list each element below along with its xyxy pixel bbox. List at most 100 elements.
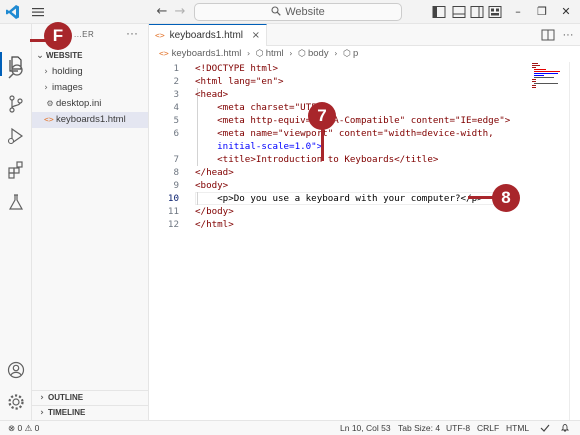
close-button[interactable]: ✕: [558, 4, 574, 20]
cursor-position[interactable]: Ln 10, Col 53: [340, 421, 391, 435]
breadcrumb: <> keyboards1.html › ⬡ html › ⬡ body › ⬡ p: [149, 46, 580, 62]
settings-gear-icon[interactable]: [6, 392, 26, 412]
html-file-icon: <>: [159, 49, 169, 58]
editor-tabs: <> keyboards1.html × ···: [149, 24, 580, 46]
code-line: <body>: [195, 180, 229, 191]
menu-icon[interactable]: [32, 6, 44, 18]
line-number: 9: [173, 180, 179, 191]
line-number-current: 10: [167, 193, 179, 204]
title-bar: ← → Website – ❐ ✕: [0, 0, 580, 24]
breadcrumb-body[interactable]: body: [308, 48, 329, 59]
breadcrumb-file[interactable]: keyboards1.html: [172, 48, 242, 59]
line-number: 4: [173, 102, 179, 113]
callout-8: 8: [492, 184, 520, 212]
outline-section[interactable]: › OUTLINE: [32, 390, 149, 405]
callout-7-pointer: [321, 125, 324, 161]
testing-icon[interactable]: [6, 192, 26, 212]
source-control-icon[interactable]: [6, 94, 26, 114]
code-line: <html lang="en">: [195, 76, 284, 87]
vscode-logo-icon: [6, 5, 19, 19]
close-tab-icon[interactable]: ×: [252, 25, 260, 46]
code-line: </html>: [195, 219, 234, 230]
chevron-right-icon: ›: [40, 408, 44, 418]
sidebar-more-icon[interactable]: ···: [126, 26, 138, 40]
outline-label: OUTLINE: [48, 393, 84, 402]
toggle-primary-sidebar-icon[interactable]: [432, 5, 446, 19]
callout-7: 7: [308, 102, 336, 130]
tree-item-images[interactable]: › images: [32, 80, 148, 96]
account-icon[interactable]: [6, 360, 26, 380]
split-editor-icon[interactable]: [541, 28, 555, 42]
warning-count: 0: [34, 423, 40, 433]
back-arrow-icon[interactable]: ←: [154, 4, 170, 20]
timeline-label: TIMELINE: [48, 408, 86, 417]
restore-button[interactable]: ❐: [534, 4, 550, 20]
error-icon: ⊗: [8, 423, 16, 433]
language-mode[interactable]: HTML: [506, 421, 529, 435]
problems-indicator[interactable]: ⊗ 0 ⚠ 0: [8, 421, 39, 435]
breadcrumb-html[interactable]: html: [266, 48, 284, 59]
code-line: </head>: [195, 167, 234, 178]
code-editor[interactable]: 1 2 3 4 5 6 7 8 9 10 11 12 <!DOCTYPE htm…: [149, 62, 529, 362]
error-count: 0: [17, 423, 23, 433]
search-icon: [271, 6, 281, 16]
code-line: </body>: [195, 206, 234, 217]
breadcrumb-p[interactable]: p: [353, 48, 358, 59]
minimap[interactable]: [530, 62, 570, 92]
tree-item-label: holding: [52, 66, 83, 77]
command-center-search[interactable]: Website: [194, 3, 402, 21]
tab-keyboards1-html[interactable]: <> keyboards1.html ×: [149, 24, 267, 46]
tree-item-keyboards1-html[interactable]: <> keyboards1.html: [32, 112, 148, 128]
sidebar-title: ...ER: [74, 30, 95, 39]
line-number: 11: [167, 206, 179, 217]
line-number: 2: [173, 76, 179, 87]
activity-bar: [0, 24, 32, 420]
timeline-section[interactable]: › TIMELINE: [32, 405, 149, 420]
format-check-icon[interactable]: [540, 423, 550, 433]
code-line-current: <p>Do you use a keyboard with your compu…: [195, 193, 483, 204]
forward-arrow-icon[interactable]: →: [172, 4, 188, 20]
chevron-down-icon: ⌄: [36, 51, 44, 61]
run-debug-icon[interactable]: [6, 126, 26, 146]
more-actions-icon[interactable]: ···: [561, 28, 575, 42]
line-number: 3: [173, 89, 179, 100]
customize-layout-icon[interactable]: [488, 5, 502, 19]
encoding[interactable]: UTF-8: [446, 421, 470, 435]
end-of-line[interactable]: CRLF: [477, 421, 499, 435]
code-line: <head>: [195, 89, 229, 100]
line-number: 8: [173, 167, 179, 178]
chevron-right-icon: ›: [44, 83, 48, 93]
code-line: <meta name="viewport" content="width=dev…: [195, 128, 494, 139]
code-line: initial-scale=1.0">: [195, 141, 323, 152]
settings-file-icon: ⚙: [46, 99, 54, 108]
element-icon: ⬡: [255, 49, 264, 59]
breadcrumb-separator-icon: ›: [289, 49, 293, 58]
line-number: 5: [173, 115, 179, 126]
code-line: <meta http-equiv="X-UA-Compatible" conte…: [195, 115, 511, 126]
explorer-sidebar: ...ER ··· ⌄ WEBSITE › holding › images ⚙ des…: [32, 24, 149, 420]
folder-website-header[interactable]: ⌄ WEBSITE: [34, 48, 149, 64]
element-icon: ⬡: [298, 49, 306, 59]
notifications-bell-icon[interactable]: [560, 423, 570, 433]
breadcrumb-separator-icon: ›: [246, 49, 251, 58]
status-bar: ⊗ 0 ⚠ 0 Ln 10, Col 53 Tab Size: 4 UTF-8 …: [0, 420, 580, 435]
minimize-button[interactable]: –: [510, 4, 526, 20]
chevron-right-icon: ›: [40, 393, 44, 403]
callout-f: F: [44, 22, 72, 50]
warning-icon: ⚠: [24, 423, 33, 433]
tree-item-holding[interactable]: › holding: [32, 64, 148, 80]
tab-size[interactable]: Tab Size: 4: [398, 421, 440, 435]
line-number: 1: [173, 63, 179, 74]
vertical-scrollbar[interactable]: [569, 62, 580, 420]
line-number: 12: [167, 219, 179, 230]
toggle-panel-icon[interactable]: [452, 5, 466, 19]
extensions-icon[interactable]: [6, 160, 26, 180]
search-icon[interactable]: [6, 62, 26, 82]
tree-item-desktop-ini[interactable]: ⚙ desktop.ini: [32, 96, 148, 112]
toggle-secondary-sidebar-icon[interactable]: [470, 5, 484, 19]
search-text: Website: [285, 6, 325, 18]
tree-item-label: keyboards1.html: [56, 114, 126, 125]
tree-item-label: desktop.ini: [56, 98, 102, 109]
line-number: 7: [173, 154, 179, 165]
folder-website-label: WEBSITE: [46, 51, 83, 60]
